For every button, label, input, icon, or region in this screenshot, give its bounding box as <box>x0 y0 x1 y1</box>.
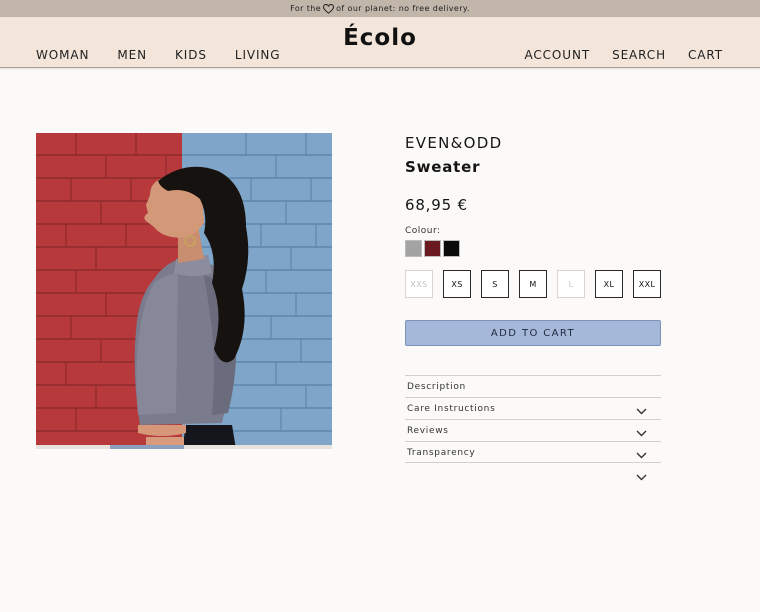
promo-banner: For the of our planet: no free delivery. <box>0 0 760 17</box>
swatch-grey[interactable] <box>405 240 422 257</box>
heart-outline-icon <box>323 3 335 14</box>
chevron-down-icon[interactable] <box>636 408 647 415</box>
product-brand[interactable]: EVEN&ODD <box>405 134 502 152</box>
size-xxs[interactable]: XXS <box>405 270 433 298</box>
banner-text-after: of our planet: no free delivery. <box>336 4 470 13</box>
accordion-label: Reviews <box>407 426 449 436</box>
accordion-description[interactable]: Description <box>405 375 661 397</box>
add-to-cart-button[interactable]: ADD TO CART <box>405 320 661 346</box>
nav-search[interactable]: SEARCH <box>612 48 666 62</box>
colour-label: Colour: <box>405 226 441 236</box>
accordion-label: Description <box>407 382 466 392</box>
accordion-reviews[interactable]: Reviews <box>405 419 661 441</box>
size-s[interactable]: S <box>481 270 509 298</box>
colour-swatches <box>405 240 462 257</box>
product-info-accordion: Description Care Instructions Reviews Tr… <box>405 375 661 481</box>
chevron-down-icon[interactable] <box>636 452 647 459</box>
size-xs[interactable]: XS <box>443 270 471 298</box>
product-image[interactable] <box>36 133 332 449</box>
size-selector: XXS XS S M L XL XXL <box>405 270 671 298</box>
nav-account[interactable]: ACCOUNT <box>524 48 590 62</box>
swatch-burgundy[interactable] <box>424 240 441 257</box>
chevron-down-icon[interactable] <box>636 474 647 481</box>
nav-right: ACCOUNT SEARCH CART <box>502 48 723 62</box>
accordion-transparency[interactable]: Transparency <box>405 441 661 463</box>
size-m[interactable]: M <box>519 270 547 298</box>
size-xxl[interactable]: XXL <box>633 270 661 298</box>
product-price: 68,95 € <box>405 196 468 214</box>
size-l[interactable]: L <box>557 270 585 298</box>
image-carousel-track[interactable] <box>36 445 332 449</box>
swatch-black[interactable] <box>443 240 460 257</box>
accordion-care-instructions[interactable]: Care Instructions <box>405 397 661 419</box>
site-header: WOMAN MEN KIDS LIVING Écolo ACCOUNT SEAR… <box>0 17 760 68</box>
image-carousel-indicator <box>110 445 184 449</box>
accordion-label: Transparency <box>407 448 476 458</box>
chevron-down-icon[interactable] <box>636 430 647 437</box>
accordion-label: Care Instructions <box>407 404 496 414</box>
banner-text-before: For the <box>290 4 322 13</box>
nav-cart[interactable]: CART <box>688 48 723 62</box>
product-photo <box>36 133 332 449</box>
product-name: Sweater <box>405 158 481 176</box>
size-xl[interactable]: XL <box>595 270 623 298</box>
